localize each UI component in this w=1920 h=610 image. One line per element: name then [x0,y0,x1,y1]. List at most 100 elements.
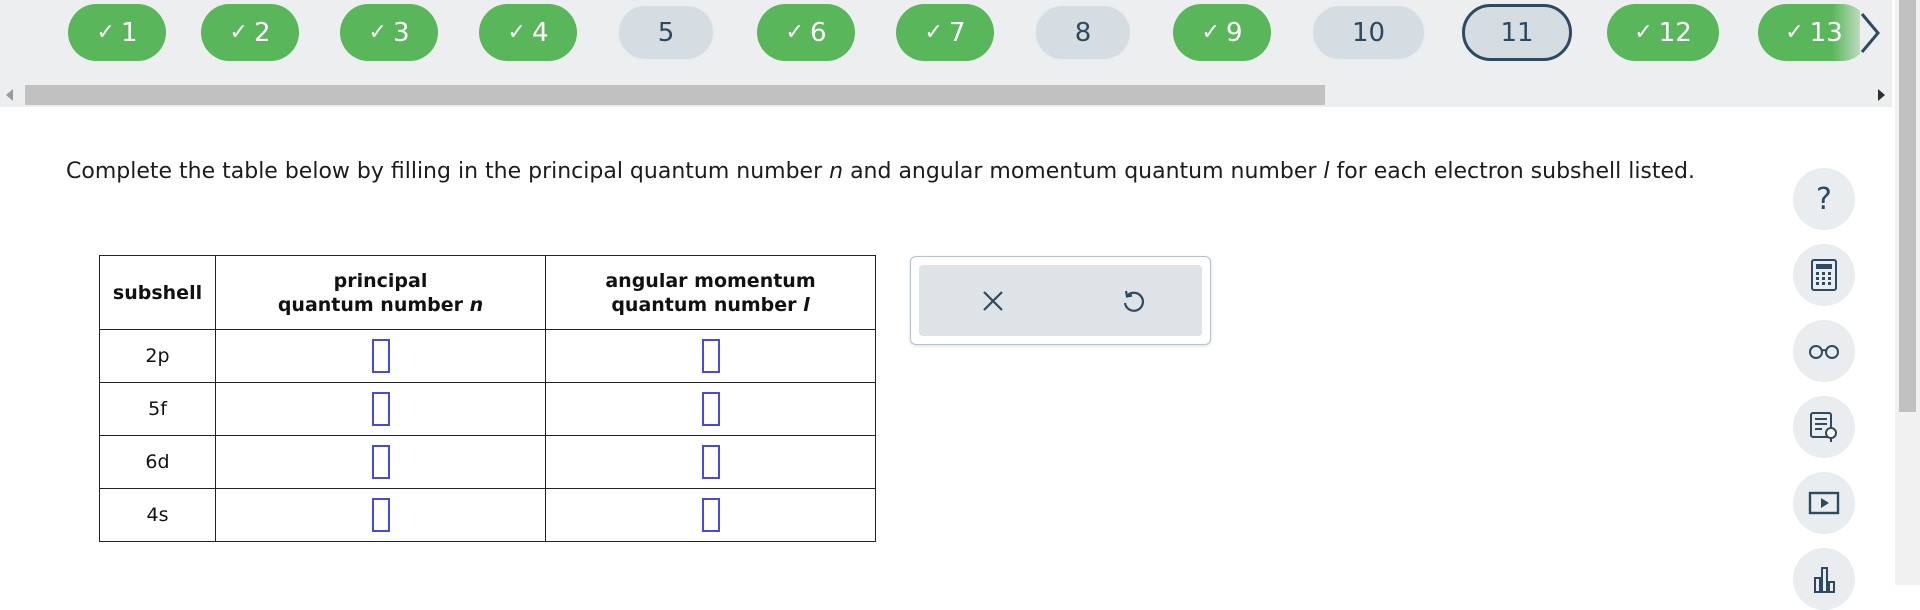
notes-button[interactable] [1793,396,1855,458]
data-button[interactable] [1793,548,1855,610]
calculator-button[interactable] [1793,244,1855,306]
toolbox-inner [919,265,1202,336]
question-pill-label: 1 [120,17,138,48]
question-pill-label: 6 [809,17,827,48]
scrollbar-thumb[interactable] [1899,0,1916,412]
question-pill-label: 3 [392,17,410,48]
clear-button[interactable] [971,279,1015,323]
question-pill-6[interactable]: ✓ 6 [757,4,855,61]
check-icon: ✓ [507,20,526,45]
header-text: quantum number [611,293,804,316]
subshell-cell: 4s [99,488,216,542]
scrollbar-thumb[interactable] [25,85,1325,105]
scroll-left-arrow-icon[interactable] [6,89,13,101]
question-pill-label: 7 [948,17,966,48]
question-pill-3[interactable]: ✓ 3 [340,4,438,61]
horizontal-scrollbar[interactable] [0,84,1892,106]
question-pill-12[interactable]: ✓ 12 [1607,4,1719,61]
answer-input-l[interactable] [701,445,720,479]
question-pill-1[interactable]: ✓ 1 [68,4,166,61]
table-header-row: subshell principal quantum number n angu… [99,255,876,330]
question-pill-9[interactable]: ✓ 9 [1173,4,1271,61]
header-angular-momentum-quantum-number: angular momentum quantum number l [545,255,876,330]
question-pill-7[interactable]: ✓ 7 [896,4,994,61]
question-pill-label: 10 [1351,17,1386,48]
question-pill-5[interactable]: 5 [617,4,715,61]
question-pill-label: 4 [531,17,549,48]
check-icon: ✓ [1785,20,1804,45]
video-button[interactable] [1793,472,1855,534]
check-icon: ✓ [368,20,387,45]
question-prompt: Complete the table below by filling in t… [66,158,1726,186]
answer-input-l[interactable] [701,339,720,373]
chart-icon [1814,567,1835,593]
help-button[interactable]: ? [1793,168,1855,230]
header-principal-quantum-number: principal quantum number n [215,255,546,330]
header-text: principal [333,269,428,292]
undo-icon [1123,290,1145,312]
question-text: and angular momentum quantum number [843,159,1324,184]
question-pill-8[interactable]: 8 [1034,4,1132,61]
variable-n: n [469,293,484,316]
question-pill-11[interactable]: 11 [1462,4,1572,61]
question-pill-2[interactable]: ✓ 2 [201,4,299,61]
question-pill-label: 11 [1500,17,1534,48]
answer-input-n[interactable] [371,498,390,532]
help-icon: ? [1816,181,1832,217]
question-pill-label: 12 [1658,17,1692,48]
answer-input-l[interactable] [701,498,720,532]
table-row: 6d [99,435,876,489]
header-text: quantum number [277,293,470,316]
quantum-number-table: subshell principal quantum number n angu… [99,255,876,542]
question-pill-list: ✓ 1 ✓ 2 ✓ 3 ✓ 4 5 ✓ 6 ✓ 7 8 ✓ 9 10 11 ✓ 12 ✓ 13 [0,0,1860,66]
vertical-scrollbar[interactable] [1895,0,1920,585]
table-row: 4s [99,488,876,542]
n-cell [215,382,546,436]
check-icon: ✓ [785,20,804,45]
n-cell [215,329,546,383]
answer-toolbox [910,256,1211,345]
question-pill-4[interactable]: ✓ 4 [479,4,577,61]
check-icon: ✓ [96,20,115,45]
undo-button[interactable] [1111,279,1155,323]
chevron-right-icon[interactable] [1852,8,1888,58]
question-pill-label: 2 [253,17,271,48]
l-cell [545,329,876,383]
subshell-cell: 2p [99,329,216,383]
reader-button[interactable] [1793,320,1855,382]
notes-icon [1810,412,1837,442]
l-cell [545,382,876,436]
table-row: 5f [99,382,876,436]
l-cell [545,488,876,542]
question-pill-label: 8 [1074,17,1092,48]
check-icon: ✓ [1634,20,1653,45]
n-cell [215,435,546,489]
n-cell [215,488,546,542]
header-text: angular momentum [605,269,816,292]
question-pill-label: 5 [657,17,675,48]
scroll-right-arrow-icon[interactable] [1878,89,1885,101]
question-pill-10[interactable]: 10 [1311,4,1426,61]
close-icon [983,291,1003,311]
header-subshell: subshell [99,255,216,330]
question-text: Complete the table below by filling in t… [66,159,830,184]
subshell-cell: 5f [99,382,216,436]
subshell-cell: 6d [99,435,216,489]
glasses-icon [1809,345,1839,359]
check-icon: ✓ [1201,20,1220,45]
answer-input-n[interactable] [371,392,390,426]
question-text: for each electron subshell listed. [1329,159,1696,184]
calculator-icon [1811,259,1837,291]
table-row: 2p [99,329,876,383]
check-icon: ✓ [924,20,943,45]
answer-input-l[interactable] [701,392,720,426]
variable-l: l [803,293,810,316]
check-icon: ✓ [229,20,248,45]
answer-input-n[interactable] [371,339,390,373]
video-icon [1808,491,1840,515]
question-navigator: ✓ 1 ✓ 2 ✓ 3 ✓ 4 5 ✓ 6 ✓ 7 8 ✓ 9 10 11 ✓ 12 ✓ 13 [0,0,1892,107]
answer-input-n[interactable] [371,445,390,479]
question-pill-label: 9 [1225,17,1243,48]
l-cell [545,435,876,489]
variable-n: n [829,159,844,184]
